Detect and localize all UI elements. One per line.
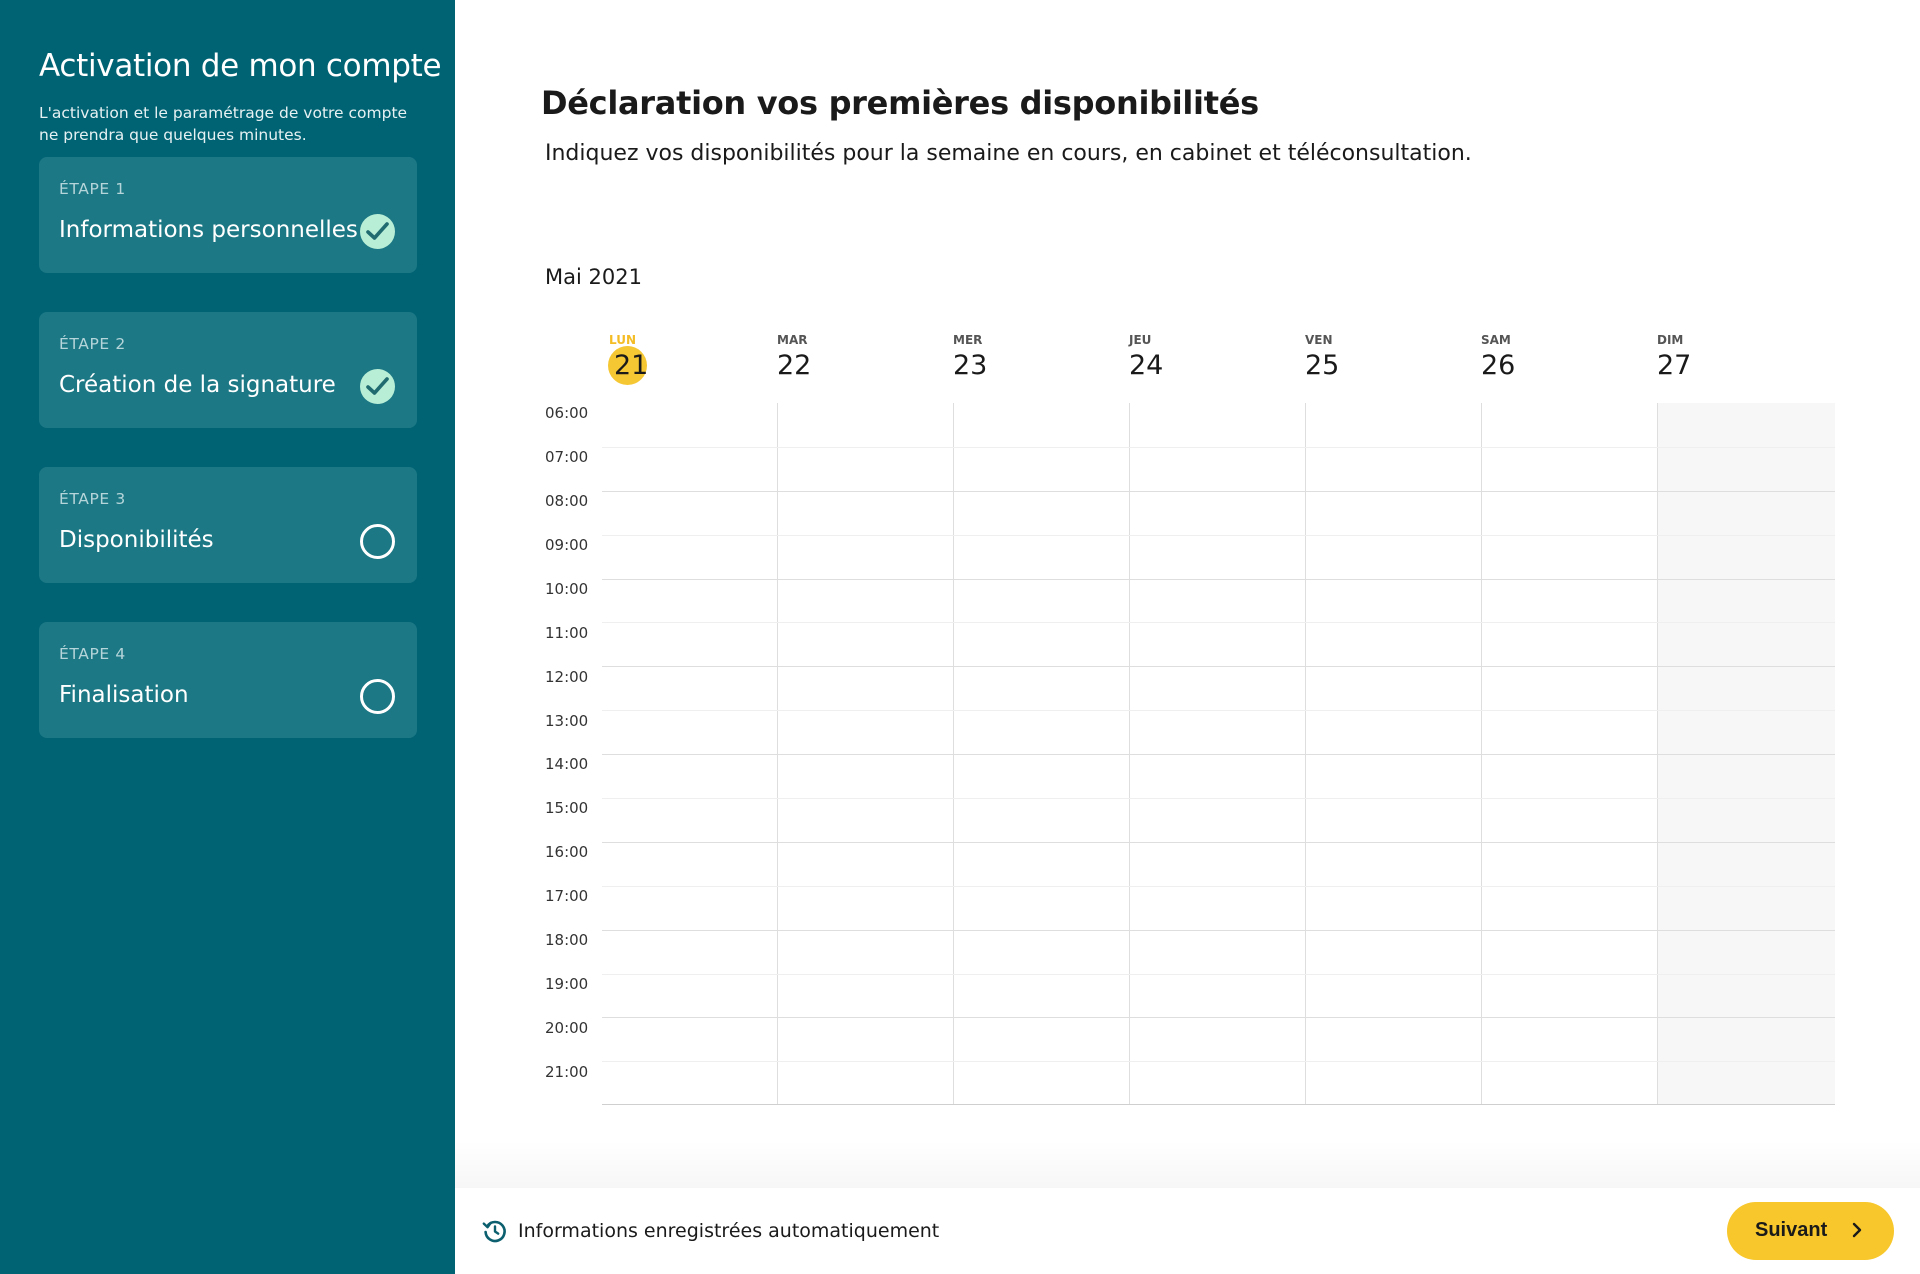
time-label: 17:00 — [545, 887, 589, 905]
grid-line — [602, 447, 1835, 448]
grid-line — [602, 710, 1835, 711]
autosave-status: Informations enregistrées automatiquemen… — [518, 1220, 940, 1242]
grid-line — [602, 930, 1835, 931]
day-name: SAM — [1481, 333, 1511, 347]
chevron-right-icon — [1851, 1221, 1863, 1242]
day-name: MER — [953, 333, 983, 347]
grid-line — [602, 754, 1835, 755]
next-button[interactable]: Suivant — [1727, 1202, 1894, 1260]
page-subtitle: Indiquez vos disponibilités pour la sema… — [545, 141, 1472, 166]
check-circle-icon — [360, 214, 395, 249]
calendar-grid — [602, 403, 1835, 1105]
day-name: JEU — [1129, 333, 1152, 347]
step-1-card[interactable]: ÉTAPE 1 Informations personnelles — [39, 157, 417, 273]
step-number: ÉTAPE 2 — [59, 335, 126, 353]
next-button-label: Suivant — [1755, 1219, 1828, 1241]
time-label: 18:00 — [545, 931, 589, 949]
time-label: 08:00 — [545, 492, 589, 510]
sidebar-title: Activation de mon compte — [39, 48, 442, 84]
step-label: Création de la signature — [59, 372, 336, 398]
day-name: LUN — [609, 333, 637, 347]
grid-line — [602, 622, 1835, 623]
grid-line — [602, 974, 1835, 975]
grid-line — [602, 1061, 1835, 1062]
grid-line — [602, 666, 1835, 667]
day-number: 21 — [614, 350, 649, 381]
footer-bar: Informations enregistrées automatiquemen… — [455, 1188, 1920, 1274]
day-number: 23 — [953, 350, 988, 381]
step-label: Disponibilités — [59, 527, 214, 553]
time-label: 15:00 — [545, 799, 589, 817]
step-3-card[interactable]: ÉTAPE 3 Disponibilités — [39, 467, 417, 583]
grid-line — [602, 535, 1835, 536]
sidebar-subtitle: L'activation et le paramétrage de votre … — [39, 104, 408, 144]
day-number: 27 — [1657, 350, 1692, 381]
page-title: Déclaration vos premières disponibilités — [541, 84, 1259, 122]
time-label: 06:00 — [545, 404, 589, 422]
time-label: 10:00 — [545, 580, 589, 598]
grid-line — [602, 491, 1835, 492]
day-number: 24 — [1129, 350, 1164, 381]
step-2-card[interactable]: ÉTAPE 2 Création de la signature — [39, 312, 417, 428]
empty-circle-icon — [360, 679, 395, 714]
step-label: Finalisation — [59, 682, 189, 708]
time-label: 09:00 — [545, 536, 589, 554]
day-name: VEN — [1305, 333, 1333, 347]
time-label: 21:00 — [545, 1063, 589, 1081]
grid-line — [602, 579, 1835, 580]
grid-line — [602, 1017, 1835, 1018]
step-label: Informations personnelles — [59, 217, 358, 243]
day-header-mer[interactable]: MER 23 — [953, 330, 1129, 392]
day-name: DIM — [1657, 333, 1684, 347]
sidebar: Activation de mon compte L'activation et… — [0, 0, 455, 1274]
step-number: ÉTAPE 4 — [59, 645, 126, 663]
day-header-mar[interactable]: MAR 22 — [777, 330, 953, 392]
time-label: 16:00 — [545, 843, 589, 861]
time-label: 14:00 — [545, 755, 589, 773]
day-header-dim[interactable]: DIM 27 — [1657, 330, 1833, 392]
day-header-lun[interactable]: LUN 21 — [608, 330, 785, 392]
history-icon — [482, 1218, 508, 1244]
time-label: 20:00 — [545, 1019, 589, 1037]
day-name: MAR — [777, 333, 808, 347]
time-label: 12:00 — [545, 668, 589, 686]
footer-shadow — [455, 1140, 1920, 1190]
step-number: ÉTAPE 3 — [59, 490, 126, 508]
day-header-jeu[interactable]: JEU 24 — [1129, 330, 1305, 392]
day-number: 25 — [1305, 350, 1340, 381]
check-circle-icon — [360, 369, 395, 404]
time-label: 19:00 — [545, 975, 589, 993]
step-4-card[interactable]: ÉTAPE 4 Finalisation — [39, 622, 417, 738]
day-number: 22 — [777, 350, 812, 381]
grid-line — [602, 842, 1835, 843]
empty-circle-icon — [360, 524, 395, 559]
month-label: Mai 2021 — [545, 265, 642, 289]
day-header-sam[interactable]: SAM 26 — [1481, 330, 1657, 392]
day-header-ven[interactable]: VEN 25 — [1305, 330, 1481, 392]
grid-line — [602, 886, 1835, 887]
time-label: 07:00 — [545, 448, 589, 466]
time-label: 11:00 — [545, 624, 589, 642]
grid-bottom-line — [602, 1104, 1835, 1105]
day-number: 26 — [1481, 350, 1516, 381]
step-number: ÉTAPE 1 — [59, 180, 126, 198]
time-label: 13:00 — [545, 712, 589, 730]
grid-line — [602, 798, 1835, 799]
